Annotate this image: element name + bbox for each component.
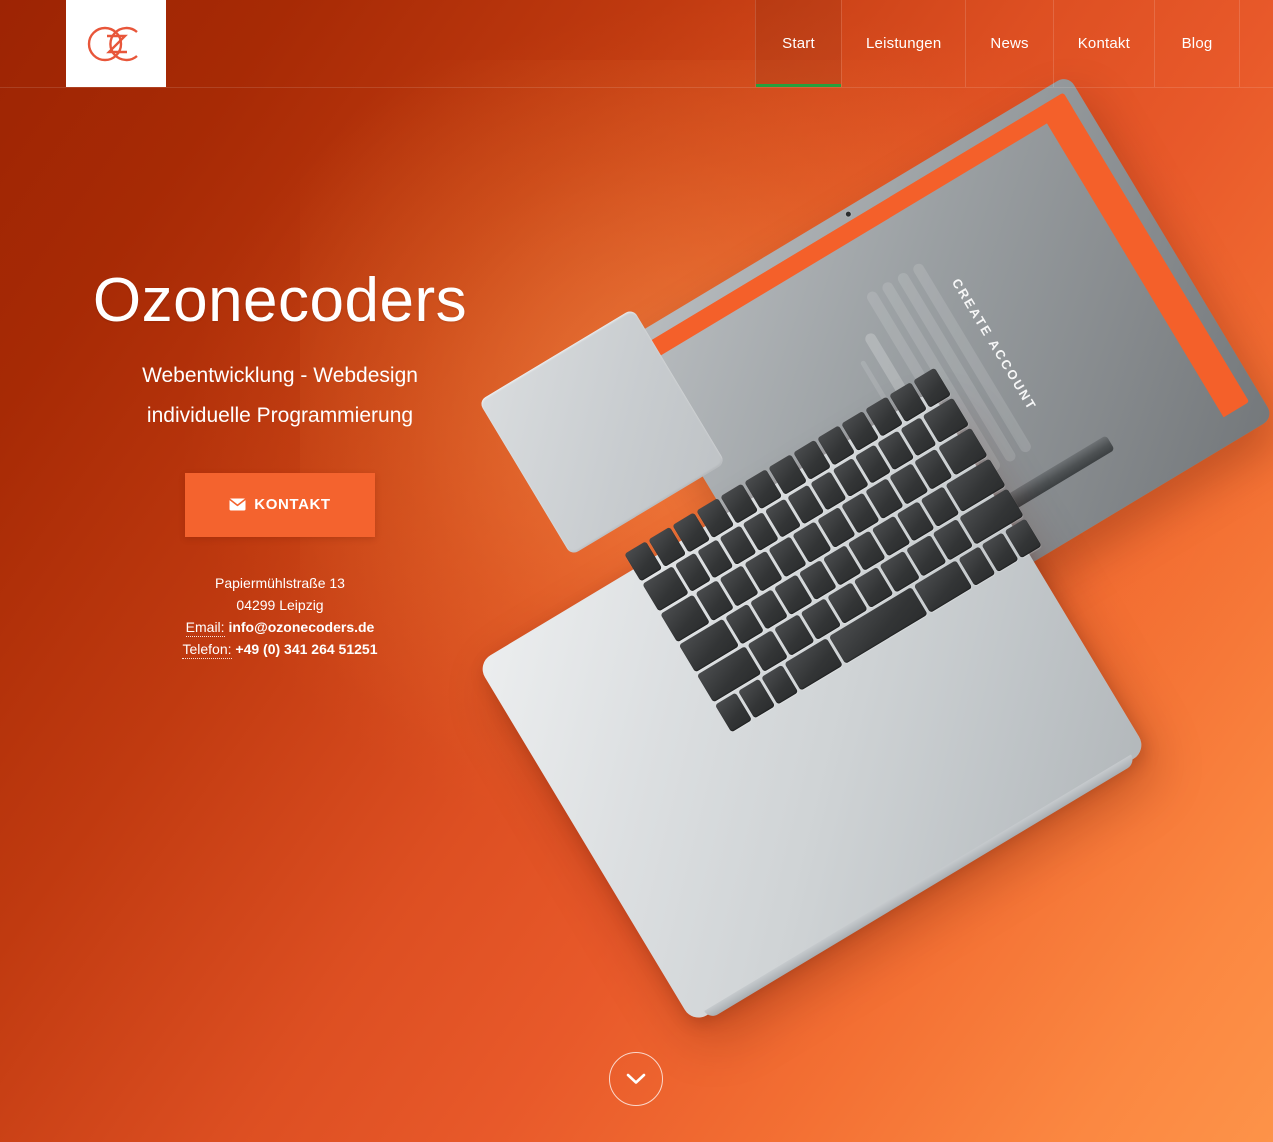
contact-email-value[interactable]: info@ozonecoders.de <box>228 619 374 635</box>
chevron-down-icon <box>626 1073 646 1084</box>
envelope-icon <box>229 498 247 511</box>
contact-email-label: Email: <box>185 618 225 637</box>
hero-text-block: Ozonecoders Webentwicklung - Webdesign i… <box>0 268 560 660</box>
nav-item-leistungen[interactable]: Leistungen <box>841 0 965 87</box>
kontakt-button[interactable]: KONTAKT <box>185 472 375 537</box>
contact-phone-value[interactable]: +49 (0) 341 264 51251 <box>235 641 377 657</box>
ozc-logo-icon <box>87 26 138 61</box>
hero-subtitle: Webentwicklung - Webdesign individuelle … <box>0 356 560 437</box>
site-header: Start Leistungen News Kontakt Blog <box>0 0 1273 88</box>
laptop-webcam-icon <box>844 210 852 218</box>
hero-title: Ozonecoders <box>92 266 468 335</box>
contact-street: Papiermühlstraße 13 <box>215 574 345 591</box>
site-logo[interactable] <box>66 0 166 87</box>
contact-email-line: Email: info@ozonecoders.de <box>0 616 560 638</box>
nav-item-blog[interactable]: Blog <box>1154 0 1240 87</box>
scroll-down-button[interactable] <box>609 1052 663 1106</box>
main-navigation: Start Leistungen News Kontakt Blog <box>755 0 1240 87</box>
contact-phone-line: Telefon: +49 (0) 341 264 51251 <box>0 638 560 660</box>
nav-item-kontakt[interactable]: Kontakt <box>1052 0 1154 87</box>
nav-item-news[interactable]: News <box>965 0 1052 87</box>
kontakt-button-label: KONTAKT <box>254 496 331 514</box>
nav-item-start[interactable]: Start <box>755 0 841 87</box>
hero-subtitle-line-1: Webentwicklung - Webdesign <box>142 364 418 388</box>
laptop-illustration: CREATE ACCOUNT <box>452 74 1273 1024</box>
contact-details: Papiermühlstraße 13 04299 Leipzig Email:… <box>0 572 560 660</box>
hero-subtitle-line-2: individuelle Programmierung <box>146 404 414 428</box>
contact-phone-label: Telefon: <box>182 641 232 660</box>
contact-city: 04299 Leipzig <box>236 596 324 613</box>
